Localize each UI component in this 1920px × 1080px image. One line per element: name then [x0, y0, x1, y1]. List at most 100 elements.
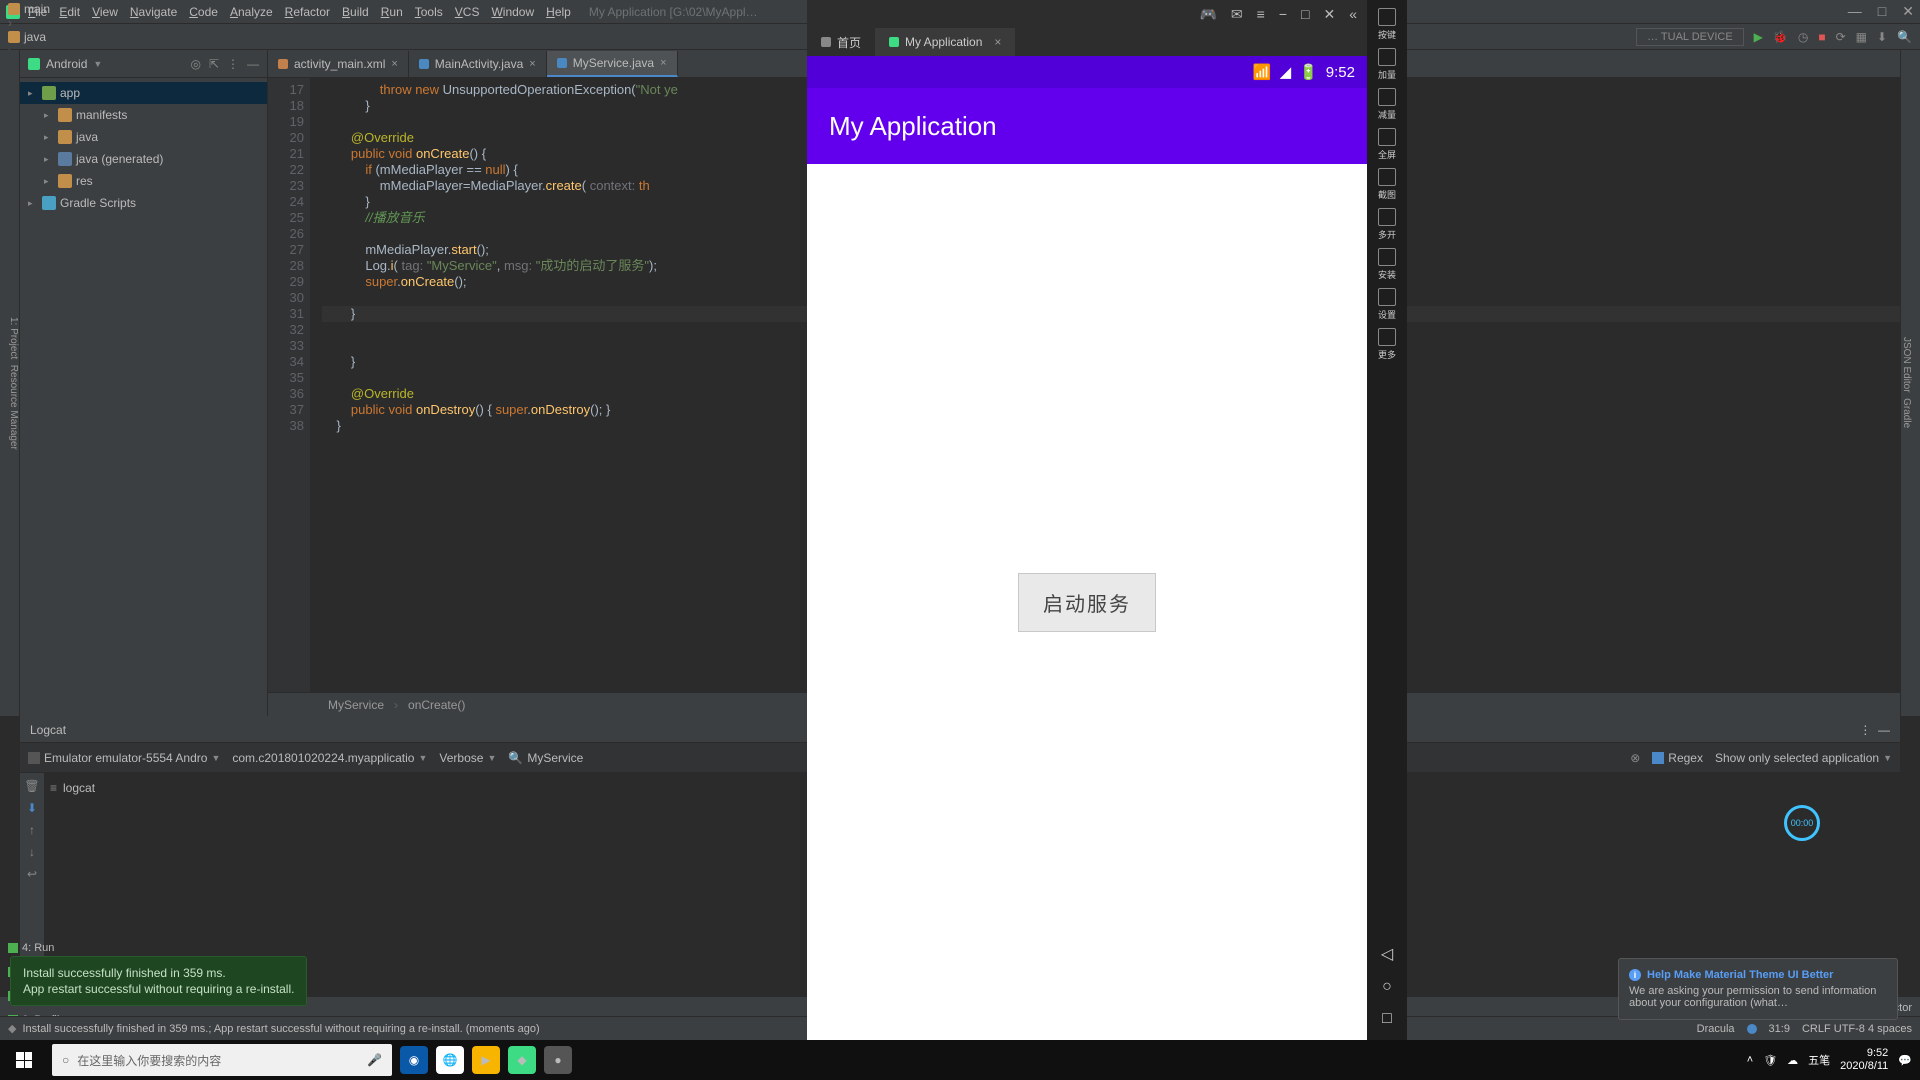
crumb-method[interactable]: onCreate() [408, 698, 465, 712]
close-tab-icon[interactable]: × [391, 58, 397, 70]
menu-navigate[interactable]: Navigate [130, 5, 177, 19]
left-toolstrip[interactable]: 1: Project Resource Manager [0, 50, 20, 716]
collapse-icon[interactable]: ⇱ [209, 57, 219, 71]
stop-icon[interactable]: ■ [1818, 30, 1825, 44]
android-nav-button[interactable]: □ [1382, 1010, 1392, 1028]
emu-top-icon[interactable]: ≡ [1257, 6, 1265, 22]
editor-tab[interactable]: activity_main.xml× [268, 51, 409, 77]
status-encoding[interactable]: CRLF UTF-8 4 spaces [1802, 1023, 1912, 1035]
media-clock[interactable]: 00:00 [1784, 805, 1820, 841]
menu-vcs[interactable]: VCS [455, 5, 480, 19]
start-button[interactable] [0, 1040, 48, 1080]
menu-run[interactable]: Run [381, 5, 403, 19]
task-chrome[interactable]: 🌐 [436, 1046, 464, 1074]
right-toolstrip[interactable]: JSON Editor Gradle [1900, 50, 1920, 716]
emulator-tab[interactable]: My Application× [875, 28, 1015, 56]
emu-side-button[interactable]: 多开 [1371, 204, 1403, 244]
emu-side-button[interactable]: 安装 [1371, 244, 1403, 284]
close-tab-icon[interactable]: × [529, 58, 535, 70]
emu-side-button[interactable]: 减量 [1371, 84, 1403, 124]
status-theme[interactable]: Dracula [1697, 1023, 1735, 1035]
emu-top-icon[interactable]: 🎮 [1199, 6, 1216, 22]
device-dropdown[interactable]: Emulator emulator-5554 Andro▼ [28, 751, 220, 765]
android-nav-button[interactable]: ◁ [1381, 944, 1393, 964]
emu-side-button[interactable]: 按键 [1371, 4, 1403, 44]
bottom-tool-button[interactable]: 4: Run [8, 942, 69, 954]
emulator-tab[interactable]: 首页 [807, 28, 875, 56]
tray-clock[interactable]: 9:522020/8/11 [1840, 1047, 1888, 1073]
mic-icon[interactable]: 🎤 [367, 1053, 382, 1067]
menu-tools[interactable]: Tools [415, 5, 443, 19]
close-icon[interactable]: × [994, 35, 1001, 49]
tree-node[interactable]: ▸app [20, 82, 267, 104]
editor-tab[interactable]: MyService.java× [547, 51, 678, 77]
tree-node[interactable]: ▸res [20, 170, 267, 192]
task-app2[interactable]: ● [544, 1046, 572, 1074]
avd-icon[interactable]: ▦ [1856, 30, 1867, 44]
emu-side-button[interactable]: 加量 [1371, 44, 1403, 84]
windows-search[interactable]: ○ 在这里输入你要搜索的内容 🎤 [52, 1044, 392, 1076]
start-service-button[interactable]: 启动服务 [1018, 573, 1156, 632]
minimize-button[interactable]: — [1848, 3, 1862, 20]
search-icon[interactable]: 🔍 [1897, 30, 1912, 44]
regex-checkbox[interactable]: Regex [1652, 751, 1703, 765]
tray-expand-icon[interactable]: ˄ [1747, 1054, 1753, 1066]
sync-icon[interactable]: ⟳ [1836, 30, 1846, 44]
trash-icon[interactable]: 🗑 [24, 779, 39, 793]
up-icon[interactable]: ↑ [29, 823, 35, 837]
tree-node[interactable]: ▸manifests [20, 104, 267, 126]
target-icon[interactable]: ◎ [190, 57, 200, 71]
android-nav-button[interactable]: ○ [1382, 978, 1392, 996]
emu-top-icon[interactable]: ✕ [1323, 6, 1335, 22]
level-dropdown[interactable]: Verbose▼ [439, 751, 496, 765]
tray-security-icon[interactable]: 🛡 [1763, 1054, 1777, 1067]
menu-build[interactable]: Build [342, 5, 369, 19]
close-tab-icon[interactable]: × [660, 57, 666, 69]
run-icon[interactable]: ▶ [1754, 30, 1763, 44]
emu-top-icon[interactable]: « [1349, 6, 1357, 22]
emu-side-button[interactable]: 设置 [1371, 284, 1403, 324]
task-android-studio[interactable]: ◆ [508, 1046, 536, 1074]
breadcrumb-item[interactable]: java [8, 30, 112, 44]
tray-notifications-icon[interactable]: 💬 [1898, 1054, 1912, 1067]
tray-cloud-icon[interactable]: ☁ [1787, 1054, 1798, 1067]
profile-icon[interactable]: ◷ [1798, 30, 1808, 44]
logcat-settings-icon[interactable]: ⋮ [1859, 723, 1871, 737]
hide-icon[interactable]: — [247, 57, 259, 71]
filter-input[interactable]: 🔍MyService [508, 751, 583, 765]
maximize-button[interactable]: □ [1878, 3, 1886, 20]
project-view-selector[interactable]: Android [46, 57, 87, 71]
close-button[interactable]: ✕ [1902, 3, 1914, 20]
task-edge[interactable]: ◉ [400, 1046, 428, 1074]
logcat-hide-icon[interactable]: — [1878, 723, 1890, 737]
settings-icon[interactable]: ⋮ [227, 57, 239, 71]
wrap-icon[interactable]: ↩ [27, 867, 37, 881]
scroll-end-icon[interactable]: ⬇ [27, 801, 37, 815]
package-dropdown[interactable]: com.c201801020224.myapplicatio▼ [232, 751, 427, 765]
down-icon[interactable]: ↓ [29, 845, 35, 859]
debug-icon[interactable]: 🐞 [1773, 30, 1788, 44]
menu-window[interactable]: Window [491, 5, 534, 19]
device-selector[interactable]: … TUAL DEVICE [1636, 28, 1744, 46]
crumb-class[interactable]: MyService [328, 698, 384, 712]
tree-node[interactable]: ▸Gradle Scripts [20, 192, 267, 214]
menu-help[interactable]: Help [546, 5, 571, 19]
breadcrumb-item[interactable]: main [8, 2, 112, 16]
sdk-icon[interactable]: ⬇ [1877, 30, 1887, 44]
help-popup[interactable]: iHelp Make Material Theme UI Better We a… [1618, 958, 1898, 1020]
emu-top-icon[interactable]: − [1279, 6, 1287, 22]
menu-analyze[interactable]: Analyze [230, 5, 273, 19]
device-screen[interactable]: 📶 ◢ 🔋 9:52 My Application 启动服务 [807, 56, 1367, 1040]
task-app1[interactable]: ▶ [472, 1046, 500, 1074]
emu-side-button[interactable]: 更多 [1371, 324, 1403, 364]
filter-mode-dropdown[interactable]: Show only selected application▼ [1715, 751, 1892, 765]
emu-top-icon[interactable]: □ [1301, 6, 1309, 22]
tray-ime[interactable]: 五笔 [1808, 1052, 1830, 1068]
menu-code[interactable]: Code [189, 5, 218, 19]
emu-top-icon[interactable]: ✉ [1231, 6, 1243, 22]
menu-refactor[interactable]: Refactor [285, 5, 330, 19]
tree-node[interactable]: ▸java [20, 126, 267, 148]
tree-node[interactable]: ▸java (generated) [20, 148, 267, 170]
emu-side-button[interactable]: 截图 [1371, 164, 1403, 204]
clear-filter-icon[interactable]: ⊗ [1630, 751, 1640, 765]
